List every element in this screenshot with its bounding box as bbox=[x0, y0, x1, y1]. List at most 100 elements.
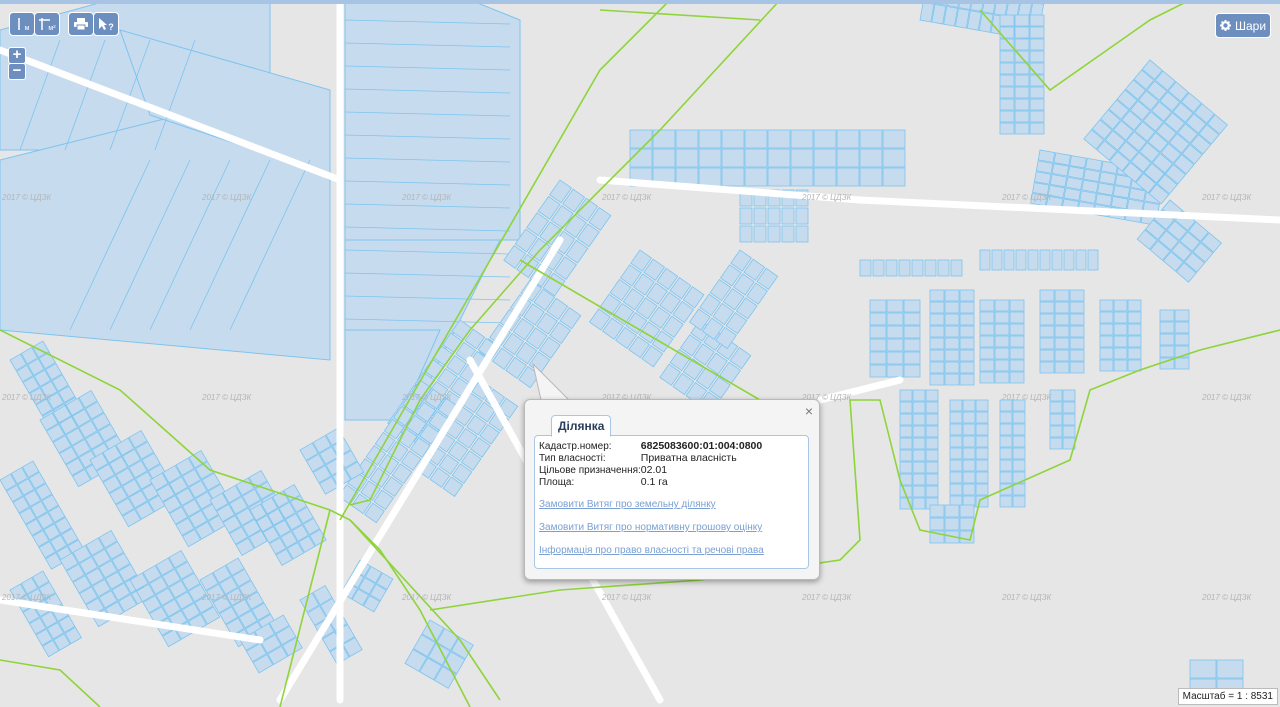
parcel[interactable] bbox=[781, 207, 795, 225]
parcel[interactable] bbox=[903, 312, 921, 326]
parcel[interactable] bbox=[925, 437, 939, 450]
parcel[interactable] bbox=[1083, 168, 1101, 183]
parcel[interactable] bbox=[1075, 249, 1087, 271]
parcel[interactable] bbox=[944, 313, 960, 326]
parcel[interactable] bbox=[929, 313, 945, 326]
parcel[interactable] bbox=[1049, 425, 1063, 438]
parcel[interactable] bbox=[937, 259, 950, 277]
zoom-out-button[interactable]: − bbox=[8, 63, 26, 80]
parcel[interactable] bbox=[882, 148, 906, 168]
parcel[interactable] bbox=[1189, 659, 1217, 679]
parcel[interactable] bbox=[1127, 311, 1142, 324]
parcel-block[interactable] bbox=[949, 399, 989, 508]
parcel[interactable] bbox=[1159, 333, 1175, 346]
parcel[interactable] bbox=[999, 122, 1015, 135]
parcel[interactable] bbox=[1037, 149, 1056, 163]
parcel[interactable] bbox=[975, 483, 989, 496]
parcel[interactable] bbox=[859, 129, 883, 149]
parcel[interactable] bbox=[1029, 14, 1045, 27]
parcel[interactable] bbox=[999, 110, 1015, 123]
parcel[interactable] bbox=[1174, 357, 1190, 370]
parcel[interactable] bbox=[698, 129, 722, 149]
parcel[interactable] bbox=[744, 148, 768, 168]
parcel[interactable] bbox=[912, 497, 926, 510]
parcel[interactable] bbox=[836, 148, 860, 168]
parcel-block[interactable] bbox=[1039, 289, 1085, 374]
parcel[interactable] bbox=[1085, 157, 1103, 172]
parcel[interactable] bbox=[767, 225, 781, 243]
parcel[interactable] bbox=[1039, 289, 1055, 302]
parcel[interactable] bbox=[1087, 249, 1099, 271]
parcel[interactable] bbox=[1099, 311, 1114, 324]
parcel[interactable] bbox=[869, 325, 887, 339]
parcel[interactable] bbox=[1216, 659, 1244, 679]
parcel[interactable] bbox=[1049, 437, 1063, 450]
parcel[interactable] bbox=[1009, 311, 1025, 324]
parcel[interactable] bbox=[1054, 301, 1070, 314]
parcel[interactable] bbox=[1014, 26, 1030, 39]
parcel[interactable] bbox=[1159, 321, 1175, 334]
parcel[interactable] bbox=[975, 471, 989, 484]
parcel[interactable] bbox=[1012, 495, 1026, 508]
parcel[interactable] bbox=[739, 207, 753, 225]
parcel[interactable] bbox=[1014, 122, 1030, 135]
parcel[interactable] bbox=[1069, 361, 1085, 374]
parcel[interactable] bbox=[950, 259, 963, 277]
parcel[interactable] bbox=[790, 129, 814, 149]
parcel[interactable] bbox=[1062, 413, 1076, 426]
parcel[interactable] bbox=[1054, 337, 1070, 350]
parcel[interactable] bbox=[962, 399, 976, 412]
parcel[interactable] bbox=[929, 361, 945, 374]
parcel[interactable] bbox=[698, 148, 722, 168]
parcel[interactable] bbox=[999, 62, 1015, 75]
parcel[interactable] bbox=[629, 129, 653, 149]
parcel[interactable] bbox=[1029, 26, 1045, 39]
parcel[interactable] bbox=[925, 389, 939, 402]
parcel[interactable] bbox=[1049, 413, 1063, 426]
parcel[interactable] bbox=[1128, 187, 1146, 202]
parcel[interactable] bbox=[1012, 483, 1026, 496]
parcel[interactable] bbox=[949, 411, 963, 424]
parcel[interactable] bbox=[1009, 371, 1025, 384]
cadastral-map[interactable]: 2017 © ЦДЗК 2017 © ЦДЗК 2017 © ЦДЗК 2017 © … bbox=[0, 4, 1280, 707]
parcel[interactable] bbox=[629, 148, 653, 168]
parcel[interactable] bbox=[944, 289, 960, 302]
parcel[interactable] bbox=[652, 148, 676, 168]
parcel[interactable] bbox=[1029, 38, 1045, 51]
parcel[interactable] bbox=[925, 425, 939, 438]
parcel[interactable] bbox=[944, 517, 960, 531]
parcel[interactable] bbox=[1049, 389, 1063, 402]
parcel[interactable] bbox=[1098, 171, 1117, 185]
parcel[interactable] bbox=[959, 337, 975, 350]
parcel[interactable] bbox=[912, 461, 926, 474]
parcel[interactable] bbox=[886, 351, 904, 365]
parcel[interactable] bbox=[994, 371, 1010, 384]
parcel[interactable] bbox=[675, 129, 699, 149]
parcel[interactable] bbox=[949, 399, 963, 412]
parcel[interactable] bbox=[925, 401, 939, 414]
parcel[interactable] bbox=[753, 225, 767, 243]
parcel[interactable] bbox=[912, 449, 926, 462]
ownership-rights-link[interactable]: Інформація про право власності та речові… bbox=[539, 545, 764, 556]
parcel[interactable] bbox=[886, 299, 904, 313]
parcel[interactable] bbox=[1039, 337, 1055, 350]
print-button[interactable] bbox=[68, 12, 94, 36]
parcel[interactable] bbox=[1009, 335, 1025, 348]
parcel[interactable] bbox=[1039, 325, 1055, 338]
parcel[interactable] bbox=[944, 325, 960, 338]
parcel[interactable] bbox=[899, 389, 913, 402]
parcel[interactable] bbox=[1062, 425, 1076, 438]
parcel[interactable] bbox=[999, 471, 1013, 484]
parcel[interactable] bbox=[1014, 38, 1030, 51]
parcel[interactable] bbox=[903, 338, 921, 352]
parcel[interactable] bbox=[767, 129, 791, 149]
parcel[interactable] bbox=[959, 517, 975, 531]
parcel[interactable] bbox=[1113, 323, 1128, 336]
parcel[interactable] bbox=[869, 364, 887, 378]
parcel[interactable] bbox=[929, 337, 945, 350]
parcel[interactable] bbox=[899, 425, 913, 438]
parcel[interactable] bbox=[1027, 249, 1039, 271]
parcel[interactable] bbox=[899, 449, 913, 462]
parcel[interactable] bbox=[813, 148, 837, 168]
parcel[interactable] bbox=[1069, 155, 1087, 169]
